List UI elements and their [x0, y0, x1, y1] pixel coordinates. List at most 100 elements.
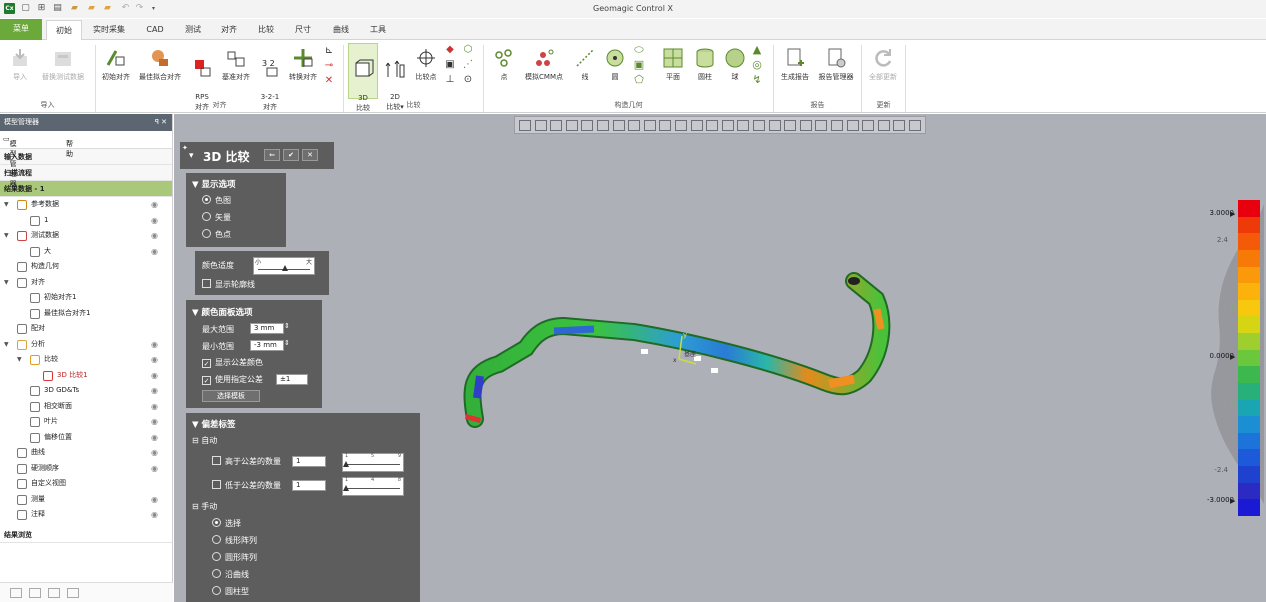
tolerance-lower-marker-icon[interactable]: ▷ [1231, 399, 1236, 407]
bestfit-align-button[interactable]: 最佳拟合对齐 [135, 47, 185, 82]
ok-button[interactable]: ✔ [283, 149, 299, 161]
undo-icon[interactable]: ↶ [120, 3, 131, 14]
max-range-spinner-icon[interactable]: ⇕ [284, 322, 290, 330]
tree-item[interactable]: 1 ◉ [0, 213, 172, 229]
above-count-slider[interactable]: 1 5 9 [342, 453, 404, 472]
compare-points-button[interactable]: 比较点 [411, 47, 441, 82]
visibility-eye-icon[interactable]: ◉ [151, 368, 158, 384]
visibility-eye-icon[interactable]: ◉ [151, 197, 158, 213]
construct-extra-2[interactable]: ▣ [632, 59, 646, 70]
slider-thumb[interactable] [343, 485, 349, 491]
expand-arrow-icon[interactable]: ▼ [4, 337, 9, 353]
tab-measure[interactable]: 测试 [178, 20, 208, 40]
open-icon[interactable]: ⊞ [36, 3, 47, 14]
construct-extra-6[interactable]: ↯ [750, 74, 764, 85]
show-tolerance-checkbox[interactable]: ✓ 显示公差颜色 [202, 357, 263, 368]
visibility-eye-icon[interactable]: ◉ [151, 244, 158, 260]
color-bar[interactable] [1238, 200, 1260, 517]
use-tolerance-checkbox[interactable]: ✓ 使用指定公差 [202, 374, 263, 385]
construct-point-button[interactable]: 点 [490, 47, 518, 82]
radio-linear-array[interactable]: 线形阵列 [212, 535, 257, 546]
tab-menu[interactable]: 菜单 [0, 19, 42, 40]
expand-arrow-icon[interactable]: ▼ [4, 197, 9, 213]
tab-model-manager[interactable]: ▭ 模型管理器 [3, 135, 17, 188]
construct-sphere-button[interactable]: 球 [722, 47, 748, 82]
above-tolerance-box[interactable] [212, 456, 221, 465]
report-manager-button[interactable]: 报告管理器 [814, 47, 858, 82]
section-input-data[interactable]: 输入数据 [0, 149, 172, 165]
construct-cylinder-button[interactable]: 圆柱 [690, 47, 720, 82]
tree-item[interactable]: 注释 ◉ [0, 507, 172, 523]
tree-item[interactable]: 3D GD&Ts ◉ [0, 383, 172, 399]
tree-item[interactable]: ▼ 分析 ◉ [0, 337, 172, 353]
below-count-input[interactable]: 1 [292, 480, 326, 491]
new-icon[interactable]: ▢ [20, 3, 31, 14]
slider-thumb[interactable] [343, 461, 349, 467]
above-count-input[interactable]: 1 [292, 456, 326, 467]
below-count-slider[interactable]: 1 4 8 [342, 477, 404, 496]
tolerance-input[interactable]: ±1 [276, 374, 308, 385]
construct-plane-button[interactable]: 平面 [658, 47, 688, 82]
compare-extra-1[interactable]: ◆ [443, 45, 457, 55]
visibility-eye-icon[interactable]: ◉ [151, 414, 158, 430]
tab-align[interactable]: 对齐 [214, 20, 244, 40]
tab-realtime[interactable]: 实时采集 [88, 20, 130, 40]
tolerance-upper-marker-icon[interactable]: ▷ [1231, 304, 1236, 312]
visibility-eye-icon[interactable]: ◉ [151, 383, 158, 399]
below-tolerance-checkbox[interactable]: 低于公差的数量 [212, 480, 281, 491]
tree-item[interactable]: 初始对齐1 [0, 290, 172, 306]
radio-circular-array[interactable]: 圆形阵列 [212, 552, 257, 563]
radio-cylinder-indicator[interactable] [212, 586, 221, 595]
expand-arrow-icon[interactable]: ▼ [4, 275, 9, 291]
min-range-input[interactable]: -3 mm [250, 340, 284, 351]
compare-extra-3[interactable]: ⊥ [443, 75, 457, 85]
radio-circular-array-indicator[interactable] [212, 552, 221, 561]
section-results-browse[interactable]: 结果浏览 [0, 526, 172, 543]
tree-item[interactable]: 大 ◉ [0, 244, 172, 260]
folder-open-icon[interactable]: ▰ [102, 3, 113, 14]
max-range-input[interactable]: 3 mm [250, 323, 284, 334]
transform-align-button[interactable]: 转换对齐 [285, 47, 321, 82]
generate-report-button[interactable]: 生成报告 [777, 47, 813, 82]
customize-icon[interactable]: ▾ [148, 3, 159, 14]
radio-colormap-indicator[interactable] [202, 195, 211, 204]
construct-extra-3[interactable]: ⬠ [632, 74, 646, 85]
radio-manual-select-indicator[interactable] [212, 518, 221, 527]
radio-colorpoint[interactable]: 色点 [202, 229, 231, 240]
tab-curve[interactable]: 曲线 [324, 20, 358, 40]
tree-item[interactable]: 硬测顺序 ◉ [0, 461, 172, 477]
tab-tools[interactable]: 工具 [362, 20, 394, 40]
panel-collapse-icon[interactable]: ▾ [189, 151, 194, 161]
visibility-eye-icon[interactable]: ◉ [151, 213, 158, 229]
section-results-data[interactable]: 结果数据 - 1 [0, 181, 172, 197]
show-contour-box[interactable] [202, 279, 211, 288]
folder-icon[interactable]: ▰ [86, 3, 97, 14]
below-tolerance-box[interactable] [212, 480, 221, 489]
construct-extra-5[interactable]: ◎ [750, 59, 764, 70]
slider-thumb[interactable] [282, 265, 288, 271]
construct-line-button[interactable]: 线 [571, 47, 599, 82]
radio-cylinder[interactable]: 圆柱型 [212, 586, 249, 597]
tree-item[interactable]: 自定义视图 [0, 476, 172, 492]
min-range-spinner-icon[interactable]: ⇕ [284, 339, 290, 347]
tree-item[interactable]: ▼ 测试数据 ◉ [0, 228, 172, 244]
bottom-tool-icon[interactable] [48, 588, 60, 598]
bottom-tool-icon[interactable] [67, 588, 79, 598]
visibility-eye-icon[interactable]: ◉ [151, 461, 158, 477]
align-extra-1[interactable]: ⊾ [322, 46, 336, 56]
tab-cad[interactable]: CAD [138, 20, 172, 40]
radio-along-curve[interactable]: 沿曲线 [212, 569, 249, 580]
panel-pin-close-icon[interactable]: ꟼ ✕ [155, 114, 167, 131]
visibility-eye-icon[interactable]: ◉ [151, 399, 158, 415]
radio-manual-select[interactable]: 选择 [212, 518, 241, 529]
back-button[interactable]: ⇐ [264, 149, 280, 161]
radio-linear-array-indicator[interactable] [212, 535, 221, 544]
radio-colorpoint-indicator[interactable] [202, 229, 211, 238]
visibility-eye-icon[interactable]: ◉ [151, 228, 158, 244]
tree-item[interactable]: 偏移位置 ◉ [0, 430, 172, 446]
import-button[interactable]: 导入 [6, 47, 34, 82]
select-template-button[interactable]: 选择模板 [202, 390, 260, 402]
tree-item[interactable]: 3D 比较1 ◉ [0, 368, 172, 384]
app-logo-icon[interactable]: Cx [4, 3, 15, 14]
replace-test-data-button[interactable]: 替换测试数据 [36, 47, 90, 82]
